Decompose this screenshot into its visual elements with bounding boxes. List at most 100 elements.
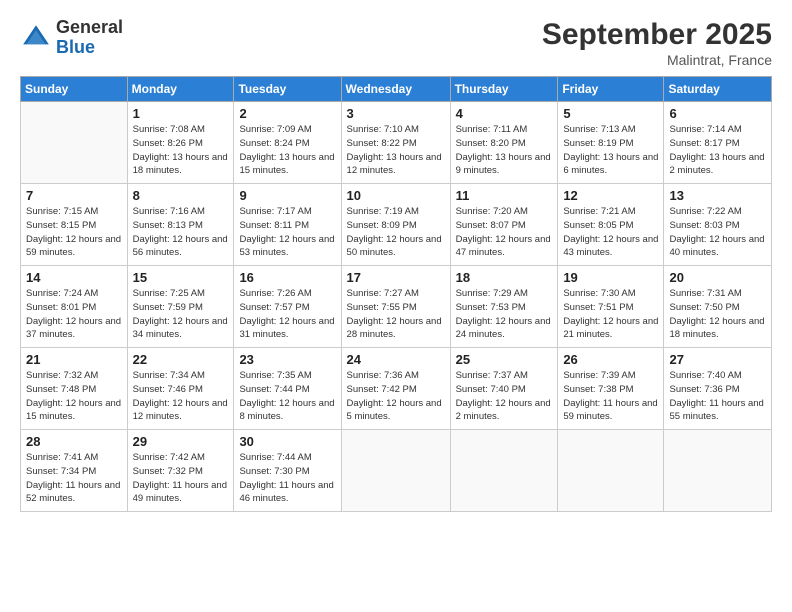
calendar-cell-1-1: 8 Sunrise: 7:16 AM Sunset: 8:13 PM Daylig… — [127, 184, 234, 266]
day-info: Sunrise: 7:39 AM Sunset: 7:38 PM Dayligh… — [563, 369, 658, 424]
calendar-cell-0-4: 4 Sunrise: 7:11 AM Sunset: 8:20 PM Daylig… — [450, 102, 558, 184]
day-number: 12 — [563, 188, 658, 203]
calendar-cell-4-3 — [341, 430, 450, 512]
calendar-cell-1-2: 9 Sunrise: 7:17 AM Sunset: 8:11 PM Daylig… — [234, 184, 341, 266]
calendar-cell-2-2: 16 Sunrise: 7:26 AM Sunset: 7:57 PM Dayli… — [234, 266, 341, 348]
day-number: 19 — [563, 270, 658, 285]
day-number: 4 — [456, 106, 553, 121]
day-number: 22 — [133, 352, 229, 367]
day-info: Sunrise: 7:16 AM Sunset: 8:13 PM Dayligh… — [133, 205, 229, 260]
day-info: Sunrise: 7:22 AM Sunset: 8:03 PM Dayligh… — [669, 205, 766, 260]
day-number: 27 — [669, 352, 766, 367]
logo-text: General Blue — [56, 18, 123, 58]
day-number: 26 — [563, 352, 658, 367]
day-number: 8 — [133, 188, 229, 203]
day-info: Sunrise: 7:40 AM Sunset: 7:36 PM Dayligh… — [669, 369, 766, 424]
calendar-cell-3-0: 21Sunrise: 7:32 AM Sunset: 7:48 PM Dayli… — [21, 348, 128, 430]
day-info: Sunrise: 7:25 AM Sunset: 7:59 PM Dayligh… — [133, 287, 229, 342]
day-info: Sunrise: 7:41 AM Sunset: 7:34 PM Dayligh… — [26, 451, 122, 506]
calendar-cell-3-1: 22 Sunrise: 7:34 AM Sunset: 7:46 PM Dayli… — [127, 348, 234, 430]
day-info: Sunrise: 7:34 AM Sunset: 7:46 PM Dayligh… — [133, 369, 229, 424]
header-thursday: Thursday — [450, 77, 558, 102]
day-info: Sunrise: 7:19 AM Sunset: 8:09 PM Dayligh… — [347, 205, 445, 260]
day-number: 24 — [347, 352, 445, 367]
day-number: 5 — [563, 106, 658, 121]
calendar-cell-0-5: 5 Sunrise: 7:13 AM Sunset: 8:19 PM Daylig… — [558, 102, 664, 184]
calendar-cell-2-4: 18 Sunrise: 7:29 AM Sunset: 7:53 PM Dayli… — [450, 266, 558, 348]
calendar-cell-4-0: 28 Sunrise: 7:41 AM Sunset: 7:34 PM Dayli… — [21, 430, 128, 512]
day-number: 9 — [239, 188, 335, 203]
calendar-cell-1-3: 10 Sunrise: 7:19 AM Sunset: 8:09 PM Dayli… — [341, 184, 450, 266]
day-number: 29 — [133, 434, 229, 449]
day-number: 10 — [347, 188, 445, 203]
logo-general: General — [56, 18, 123, 38]
day-number: 23 — [239, 352, 335, 367]
day-info: Sunrise: 7:11 AM Sunset: 8:20 PM Dayligh… — [456, 123, 553, 178]
day-number: 3 — [347, 106, 445, 121]
logo-icon — [20, 22, 52, 54]
week-row-4: 21Sunrise: 7:32 AM Sunset: 7:48 PM Dayli… — [21, 348, 772, 430]
calendar-cell-2-3: 17Sunrise: 7:27 AM Sunset: 7:55 PM Dayli… — [341, 266, 450, 348]
day-number: 21 — [26, 352, 122, 367]
calendar-cell-1-5: 12 Sunrise: 7:21 AM Sunset: 8:05 PM Dayli… — [558, 184, 664, 266]
day-number: 17 — [347, 270, 445, 285]
day-number: 15 — [133, 270, 229, 285]
calendar-cell-0-2: 2 Sunrise: 7:09 AM Sunset: 8:24 PM Daylig… — [234, 102, 341, 184]
day-number: 6 — [669, 106, 766, 121]
day-number: 7 — [26, 188, 122, 203]
day-number: 1 — [133, 106, 229, 121]
header-friday: Friday — [558, 77, 664, 102]
day-info: Sunrise: 7:21 AM Sunset: 8:05 PM Dayligh… — [563, 205, 658, 260]
day-info: Sunrise: 7:37 AM Sunset: 7:40 PM Dayligh… — [456, 369, 553, 424]
day-number: 14 — [26, 270, 122, 285]
calendar-cell-1-0: 7Sunrise: 7:15 AM Sunset: 8:15 PM Daylig… — [21, 184, 128, 266]
day-info: Sunrise: 7:17 AM Sunset: 8:11 PM Dayligh… — [239, 205, 335, 260]
day-info: Sunrise: 7:26 AM Sunset: 7:57 PM Dayligh… — [239, 287, 335, 342]
calendar-cell-2-6: 20 Sunrise: 7:31 AM Sunset: 7:50 PM Dayli… — [664, 266, 772, 348]
week-row-1: 1Sunrise: 7:08 AM Sunset: 8:26 PM Daylig… — [21, 102, 772, 184]
calendar-cell-3-3: 24 Sunrise: 7:36 AM Sunset: 7:42 PM Dayli… — [341, 348, 450, 430]
header-monday: Monday — [127, 77, 234, 102]
day-number: 18 — [456, 270, 553, 285]
title-location: Malintrat, France — [542, 52, 772, 68]
day-info: Sunrise: 7:13 AM Sunset: 8:19 PM Dayligh… — [563, 123, 658, 178]
day-info: Sunrise: 7:36 AM Sunset: 7:42 PM Dayligh… — [347, 369, 445, 424]
logo: General Blue — [20, 18, 123, 58]
day-number: 13 — [669, 188, 766, 203]
calendar-cell-3-6: 27 Sunrise: 7:40 AM Sunset: 7:36 PM Dayli… — [664, 348, 772, 430]
day-info: Sunrise: 7:42 AM Sunset: 7:32 PM Dayligh… — [133, 451, 229, 506]
header-wednesday: Wednesday — [341, 77, 450, 102]
day-info: Sunrise: 7:24 AM Sunset: 8:01 PM Dayligh… — [26, 287, 122, 342]
day-info: Sunrise: 7:10 AM Sunset: 8:22 PM Dayligh… — [347, 123, 445, 178]
header-saturday: Saturday — [664, 77, 772, 102]
day-info: Sunrise: 7:44 AM Sunset: 7:30 PM Dayligh… — [239, 451, 335, 506]
calendar-cell-4-1: 29 Sunrise: 7:42 AM Sunset: 7:32 PM Dayli… — [127, 430, 234, 512]
header-tuesday: Tuesday — [234, 77, 341, 102]
calendar-header-row: Sunday Monday Tuesday Wednesday Thursday… — [21, 77, 772, 102]
day-info: Sunrise: 7:29 AM Sunset: 7:53 PM Dayligh… — [456, 287, 553, 342]
day-number: 16 — [239, 270, 335, 285]
day-info: Sunrise: 7:09 AM Sunset: 8:24 PM Dayligh… — [239, 123, 335, 178]
day-info: Sunrise: 7:30 AM Sunset: 7:51 PM Dayligh… — [563, 287, 658, 342]
day-info: Sunrise: 7:20 AM Sunset: 8:07 PM Dayligh… — [456, 205, 553, 260]
day-number: 2 — [239, 106, 335, 121]
day-number: 30 — [239, 434, 335, 449]
calendar-cell-4-2: 30 Sunrise: 7:44 AM Sunset: 7:30 PM Dayli… — [234, 430, 341, 512]
logo-blue: Blue — [56, 38, 123, 58]
day-info: Sunrise: 7:31 AM Sunset: 7:50 PM Dayligh… — [669, 287, 766, 342]
day-number: 11 — [456, 188, 553, 203]
day-number: 25 — [456, 352, 553, 367]
calendar-cell-3-5: 26 Sunrise: 7:39 AM Sunset: 7:38 PM Dayli… — [558, 348, 664, 430]
calendar-cell-4-6 — [664, 430, 772, 512]
week-row-5: 28 Sunrise: 7:41 AM Sunset: 7:34 PM Dayli… — [21, 430, 772, 512]
calendar-table: Sunday Monday Tuesday Wednesday Thursday… — [20, 76, 772, 512]
calendar-cell-4-5 — [558, 430, 664, 512]
calendar-cell-0-0 — [21, 102, 128, 184]
day-info: Sunrise: 7:14 AM Sunset: 8:17 PM Dayligh… — [669, 123, 766, 178]
calendar-cell-2-0: 14 Sunrise: 7:24 AM Sunset: 8:01 PM Dayli… — [21, 266, 128, 348]
header: General Blue September 2025 Malintrat, F… — [20, 18, 772, 68]
day-number: 20 — [669, 270, 766, 285]
day-number: 28 — [26, 434, 122, 449]
calendar-cell-0-1: 1Sunrise: 7:08 AM Sunset: 8:26 PM Daylig… — [127, 102, 234, 184]
calendar-cell-1-6: 13 Sunrise: 7:22 AM Sunset: 8:03 PM Dayli… — [664, 184, 772, 266]
